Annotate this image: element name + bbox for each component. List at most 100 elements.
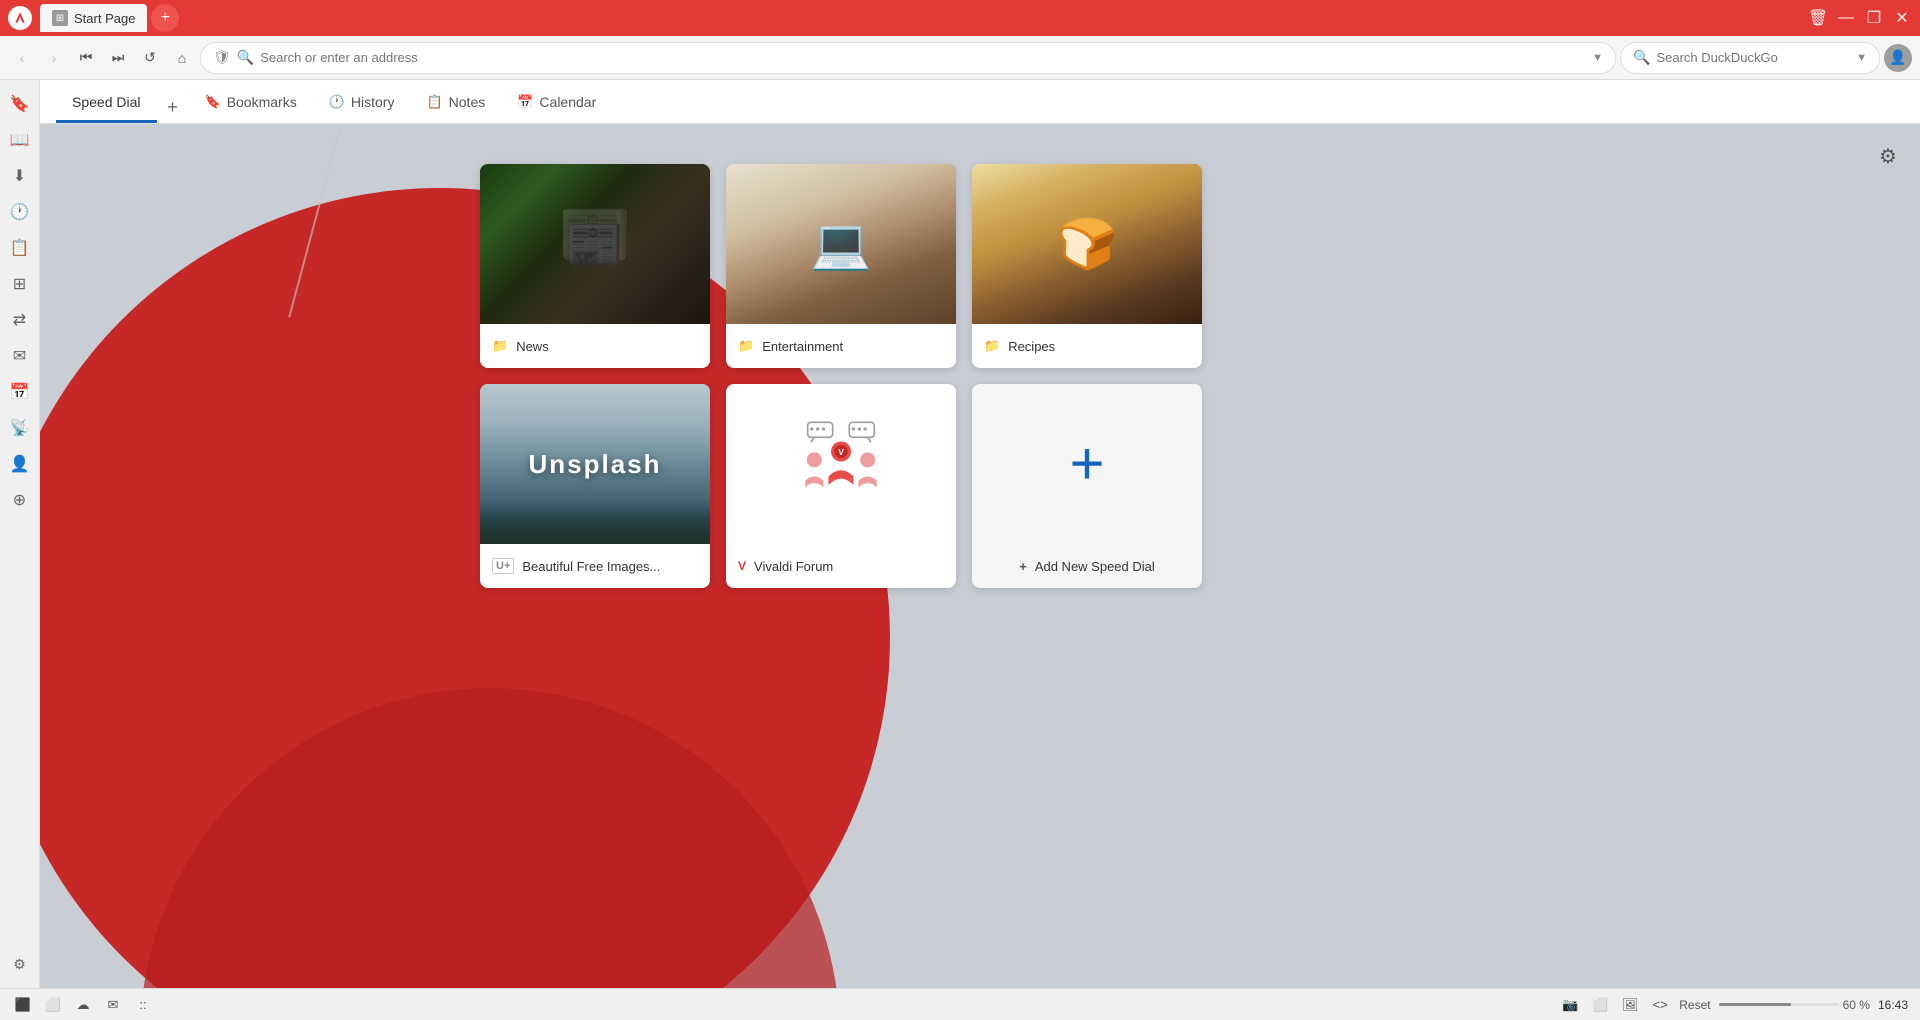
- zoom-slider-fill: [1719, 1003, 1791, 1006]
- dial-card-news-image: 📰: [480, 164, 710, 324]
- reload-button[interactable]: ↺: [136, 44, 164, 72]
- search-input[interactable]: [1656, 50, 1850, 65]
- close-button[interactable]: ✕: [1892, 8, 1912, 28]
- calendar-tab-label: Calendar: [539, 94, 596, 110]
- status-window-icon[interactable]: ⬜: [1589, 994, 1611, 1016]
- search-bar-icon: 🔍: [1633, 49, 1650, 66]
- history-tab-icon: 🕐: [329, 94, 345, 110]
- status-icon-layout1[interactable]: ⬛: [12, 994, 34, 1016]
- sidebar-item-contacts[interactable]: 👤: [4, 448, 36, 480]
- tab-area: ⊞ Start Page +: [40, 4, 1800, 32]
- search-dropdown-icon[interactable]: ▼: [1856, 52, 1867, 64]
- sidebar-item-bookmarks[interactable]: 🔖: [4, 88, 36, 120]
- status-image-icon[interactable]: 🖼: [1619, 994, 1641, 1016]
- profile-avatar[interactable]: 👤: [1884, 44, 1912, 72]
- sidebar-item-feeds[interactable]: 📡: [4, 412, 36, 444]
- dial-card-recipes-image: 🍞: [972, 164, 1202, 324]
- new-tab-button[interactable]: +: [151, 4, 179, 32]
- tab-history[interactable]: 🕐 History: [313, 83, 411, 123]
- add-new-label-text: Add New Speed Dial: [1035, 559, 1155, 574]
- active-tab[interactable]: ⊞ Start Page: [40, 4, 147, 32]
- vivaldi-forum-illustration: V: [726, 384, 956, 544]
- add-plus-icon: +: [1069, 434, 1104, 494]
- main-area: 🔖 📖 ⬇ 🕐 📋 ⊞ ⇄ ✉ 📅 📡 👤 ⊕ ⚙ Speed Dial + 🔖…: [0, 80, 1920, 988]
- status-right-area: 📷 ⬜ 🖼 <> Reset 60 % 16:43: [1559, 994, 1908, 1016]
- search-icon: 🔍: [237, 49, 254, 66]
- dial-card-recipes[interactable]: 🍞 📁 Recipes: [972, 164, 1202, 368]
- sidebar-item-translate[interactable]: ⇄: [4, 304, 36, 336]
- address-bar[interactable]: 🛡 🔍 ▼: [200, 42, 1616, 74]
- tab-favicon: ⊞: [52, 10, 68, 26]
- sidebar-item-reading-list[interactable]: 📖: [4, 124, 36, 156]
- status-camera-icon[interactable]: 📷: [1559, 994, 1581, 1016]
- dial-card-news[interactable]: 📰 📁 News: [480, 164, 710, 368]
- news-label-text: News: [516, 339, 549, 354]
- sidebar-settings-button[interactable]: ⚙: [4, 948, 36, 980]
- zoom-control: 60 %: [1719, 998, 1870, 1012]
- first-page-button[interactable]: ⏮: [72, 44, 100, 72]
- tab-bookmarks[interactable]: 🔖 Bookmarks: [189, 83, 313, 123]
- sidebar-item-notes[interactable]: 📋: [4, 232, 36, 264]
- dial-card-recipes-label: 📁 Recipes: [972, 324, 1202, 368]
- maximize-button[interactable]: ❐: [1864, 8, 1884, 28]
- dial-card-news-label: 📁 News: [480, 324, 710, 368]
- entertainment-label-text: Entertainment: [762, 339, 843, 354]
- news-folder-icon: 📁: [492, 338, 508, 354]
- bookmarks-tab-icon: 🔖: [205, 94, 221, 110]
- sidebar-item-calendar[interactable]: 📅: [4, 376, 36, 408]
- speed-dial-tab-label: Speed Dial: [72, 94, 141, 110]
- dial-card-entertainment-image: 💻: [726, 164, 956, 324]
- entertainment-folder-icon: 📁: [738, 338, 754, 354]
- window-controls: 🗑 — ❐ ✕: [1808, 8, 1912, 28]
- dial-card-add-new-label: + Add New Speed Dial: [1007, 544, 1167, 588]
- home-button[interactable]: ⌂: [168, 44, 196, 72]
- tab-navigation-bar: Speed Dial + 🔖 Bookmarks 🕐 History 📋 Not…: [40, 80, 1920, 124]
- notes-tab-icon: 📋: [426, 94, 442, 110]
- navigation-bar: ‹ › ⏮ ⏭ ↺ ⌂ 🛡 🔍 ▼ 🔍 ▼ 👤: [0, 36, 1920, 80]
- history-tab-label: History: [351, 94, 395, 110]
- unsplash-label-text: Beautiful Free Images...: [522, 559, 660, 574]
- speed-dial-area: ⚙ 📰 📁 News: [40, 124, 1920, 988]
- status-icon-mail[interactable]: ✉: [102, 994, 124, 1016]
- unsplash-site-icon: U+: [492, 558, 514, 574]
- status-icon-grid[interactable]: ::: [132, 994, 154, 1016]
- shield-icon: 🛡: [213, 49, 231, 66]
- vivaldi-logo: [8, 6, 32, 30]
- dial-card-vivaldi-forum[interactable]: V V Vivaldi Forum: [726, 384, 956, 588]
- dial-card-unsplash[interactable]: Unsplash U+ Beautiful Free Images...: [480, 384, 710, 588]
- calendar-tab-icon: 📅: [517, 94, 533, 110]
- bookmarks-tab-label: Bookmarks: [227, 94, 297, 110]
- zoom-percent: 60 %: [1843, 998, 1870, 1012]
- dropdown-icon[interactable]: ▼: [1592, 52, 1603, 64]
- delete-button[interactable]: 🗑: [1808, 8, 1828, 28]
- status-code-icon[interactable]: <>: [1649, 994, 1671, 1016]
- tab-calendar[interactable]: 📅 Calendar: [501, 83, 612, 123]
- vivaldi-forum-site-icon: V: [738, 559, 746, 573]
- content-area: Speed Dial + 🔖 Bookmarks 🕐 History 📋 Not…: [40, 80, 1920, 988]
- reset-label[interactable]: Reset: [1679, 998, 1710, 1012]
- tab-speed-dial[interactable]: Speed Dial: [56, 83, 157, 123]
- last-page-button[interactable]: ⏭: [104, 44, 132, 72]
- zoom-slider[interactable]: [1719, 1003, 1839, 1006]
- minimize-button[interactable]: —: [1836, 8, 1856, 28]
- notes-tab-label: Notes: [449, 94, 486, 110]
- back-button[interactable]: ‹: [8, 44, 36, 72]
- status-icon-cloud[interactable]: ☁: [72, 994, 94, 1016]
- dial-card-add-new[interactable]: + + Add New Speed Dial: [972, 384, 1202, 588]
- tab-add-button[interactable]: +: [157, 91, 189, 123]
- tab-notes[interactable]: 📋 Notes: [410, 83, 501, 123]
- dial-card-entertainment[interactable]: 💻 📁 Entertainment: [726, 164, 956, 368]
- status-icon-layout2[interactable]: ⬜: [42, 994, 64, 1016]
- title-bar: ⊞ Start Page + 🗑 — ❐ ✕: [0, 0, 1920, 36]
- sidebar-item-mail[interactable]: ✉: [4, 340, 36, 372]
- address-input[interactable]: [260, 50, 1586, 65]
- sidebar-item-history[interactable]: 🕐: [4, 196, 36, 228]
- svg-text:V: V: [838, 447, 844, 457]
- dial-card-entertainment-label: 📁 Entertainment: [726, 324, 956, 368]
- sidebar-item-downloads[interactable]: ⬇: [4, 160, 36, 192]
- sidebar-item-add[interactable]: ⊕: [4, 484, 36, 516]
- search-bar[interactable]: 🔍 ▼: [1620, 42, 1880, 74]
- status-bar: ⬛ ⬜ ☁ ✉ :: 📷 ⬜ 🖼 <> Reset 60 % 16:43: [0, 988, 1920, 1020]
- sidebar-item-panels[interactable]: ⊞: [4, 268, 36, 300]
- forward-button[interactable]: ›: [40, 44, 68, 72]
